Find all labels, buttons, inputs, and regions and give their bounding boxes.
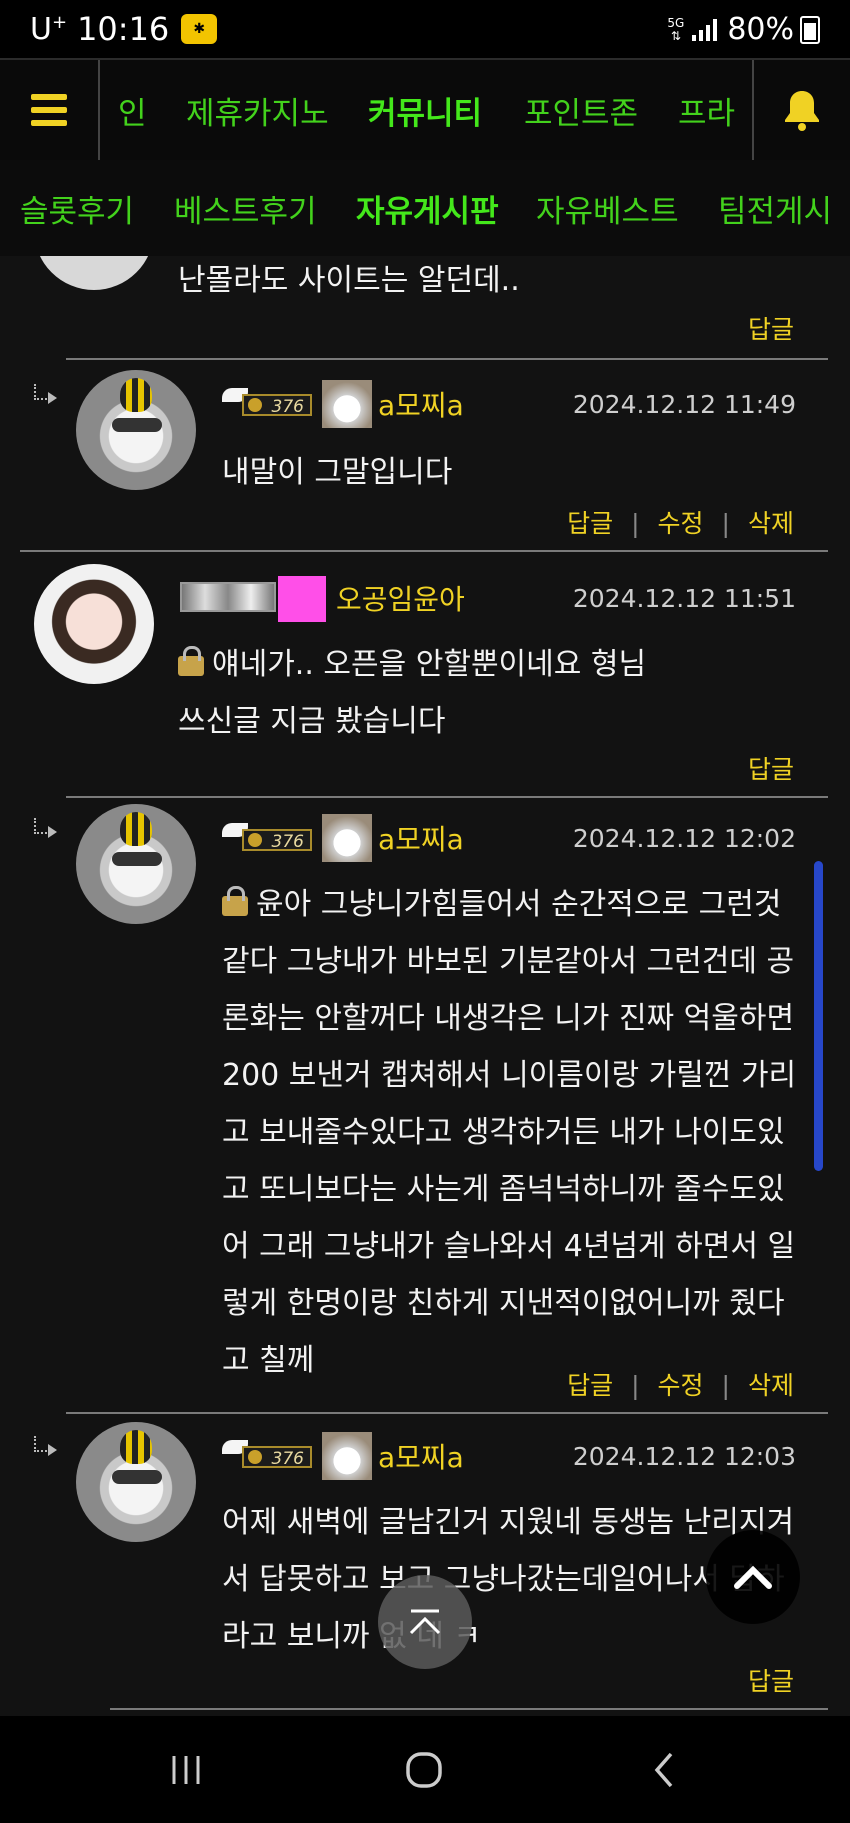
sub-nav-slot-review[interactable]: 슬롯후기 — [20, 186, 134, 231]
scroll-top-icon[interactable] — [378, 1575, 472, 1669]
comment-actions: 답글 | 수정 | 삭제 — [567, 509, 794, 538]
back-icon[interactable] — [634, 1746, 694, 1794]
user-icon-image — [322, 814, 372, 862]
signal-icon — [692, 18, 718, 41]
top-nav-item-affiliate-casino[interactable]: 제휴카지노 — [186, 88, 329, 133]
top-nav-item-community[interactable]: 커뮤니티 — [368, 88, 482, 133]
top-nav: 인 제휴카지노 커뮤니티 포인트존 프라 — [0, 58, 850, 162]
divider — [66, 796, 828, 798]
status-right: 5G ⇅ 80% — [667, 12, 820, 47]
notification-app-icon: ✱ — [181, 14, 218, 44]
comment-actions: 답글 — [748, 750, 794, 786]
reply-arrow-icon — [32, 384, 60, 406]
divider — [66, 1412, 828, 1414]
sub-nav-team-board[interactable]: 팀전게시 — [718, 186, 832, 231]
avatar[interactable] — [76, 370, 196, 490]
level-badge: 376 — [222, 821, 316, 853]
delete-button[interactable]: 삭제 — [748, 1371, 794, 1400]
avatar[interactable] — [76, 1422, 196, 1542]
reply-button[interactable]: 답글 — [748, 1667, 794, 1696]
reply-button[interactable]: 답글 — [567, 1371, 613, 1400]
nickname[interactable]: a모찌a — [378, 1436, 464, 1476]
lock-icon — [178, 646, 204, 676]
comment-actions: 답글 | 수정 | 삭제 — [567, 1371, 794, 1400]
comment-body: 얘네가.. 오픈을 안할뿐이네요 형님 쓰신글 지금 봤습니다 — [178, 646, 647, 739]
edit-button[interactable]: 수정 — [658, 1371, 704, 1400]
chevron-up-icon[interactable] — [706, 1530, 800, 1624]
nickname[interactable]: a모찌a — [378, 384, 464, 424]
comment-date: 2024.12.12 11:51 — [572, 584, 796, 613]
lock-icon — [222, 886, 248, 916]
reply-arrow-icon — [32, 818, 60, 840]
comment-date: 2024.12.12 12:02 — [572, 824, 796, 853]
avatar[interactable] — [76, 804, 196, 924]
comment-body: 난몰라도 사이트는 알던데.. — [178, 263, 520, 298]
comment-date: 2024.12.12 11:49 — [572, 390, 796, 419]
top-nav-item-partial-left[interactable]: 인 — [118, 88, 147, 133]
divider — [66, 358, 828, 360]
battery-icon — [800, 15, 820, 44]
nickname[interactable]: a모찌a — [378, 818, 464, 858]
level-badge: 376 — [222, 1438, 316, 1470]
rank-badge — [180, 582, 276, 612]
status-bar: U+ 10:16 ✱ 5G ⇅ 80% — [0, 0, 850, 58]
recent-apps-icon[interactable] — [156, 1746, 216, 1794]
reply-button[interactable]: 답글 — [748, 315, 794, 344]
level-badge: 376 — [222, 386, 316, 418]
delete-button[interactable]: 삭제 — [748, 509, 794, 538]
user-icon-image — [278, 576, 326, 622]
nickname[interactable]: 오공임윤아 — [336, 578, 465, 618]
status-left: U+ 10:16 ✱ — [30, 10, 218, 48]
user-icon-image — [322, 380, 372, 428]
top-nav-items: 인 제휴카지노 커뮤니티 포인트존 프라 — [98, 60, 752, 160]
comment-list: 난몰라도 사이트는 알던데.. 답글 376 a모찌a 2024.12.12 1… — [0, 256, 850, 1716]
sub-nav-free-best[interactable]: 자유베스트 — [536, 186, 679, 231]
sub-nav-best-review[interactable]: 베스트후기 — [174, 186, 317, 231]
carrier: U+ — [30, 11, 68, 47]
divider — [110, 1708, 828, 1710]
comment-date: 2024.12.12 12:03 — [572, 1442, 796, 1471]
hamburger-icon[interactable] — [0, 60, 100, 160]
top-nav-item-point-zone[interactable]: 포인트존 — [524, 88, 638, 133]
comment-body: 내말이 그말입니다 — [222, 455, 453, 490]
network-indicator: 5G ⇅ — [667, 15, 685, 43]
battery-percent: 80% — [727, 12, 794, 47]
bell-icon[interactable] — [752, 60, 850, 160]
scrollbar[interactable] — [814, 861, 823, 1171]
home-icon[interactable] — [394, 1746, 454, 1794]
edit-button[interactable]: 수정 — [658, 509, 704, 538]
sub-nav: 슬롯후기 베스트후기 자유게시판 자유베스트 팀전게시 — [0, 160, 850, 256]
avatar[interactable] — [34, 564, 154, 684]
system-nav-bar — [0, 1716, 850, 1823]
reply-button[interactable]: 답글 — [748, 755, 794, 784]
comment-actions: 답글 — [748, 310, 794, 346]
comment-body: 윤아 그냥니가힘들어서 순간적으로 그런것 같다 그냥내가 바보된 기분같아서 … — [222, 886, 797, 1378]
reply-arrow-icon — [32, 1436, 60, 1458]
sub-nav-free-board[interactable]: 자유게시판 — [356, 186, 499, 231]
clock: 10:16 — [77, 10, 170, 48]
divider — [20, 550, 828, 552]
comment-actions: 답글 — [748, 1662, 794, 1698]
user-icon-image — [322, 1432, 372, 1480]
reply-button[interactable]: 답글 — [567, 509, 613, 538]
top-nav-item-partial-right[interactable]: 프라 — [678, 88, 735, 133]
avatar[interactable] — [34, 256, 154, 290]
